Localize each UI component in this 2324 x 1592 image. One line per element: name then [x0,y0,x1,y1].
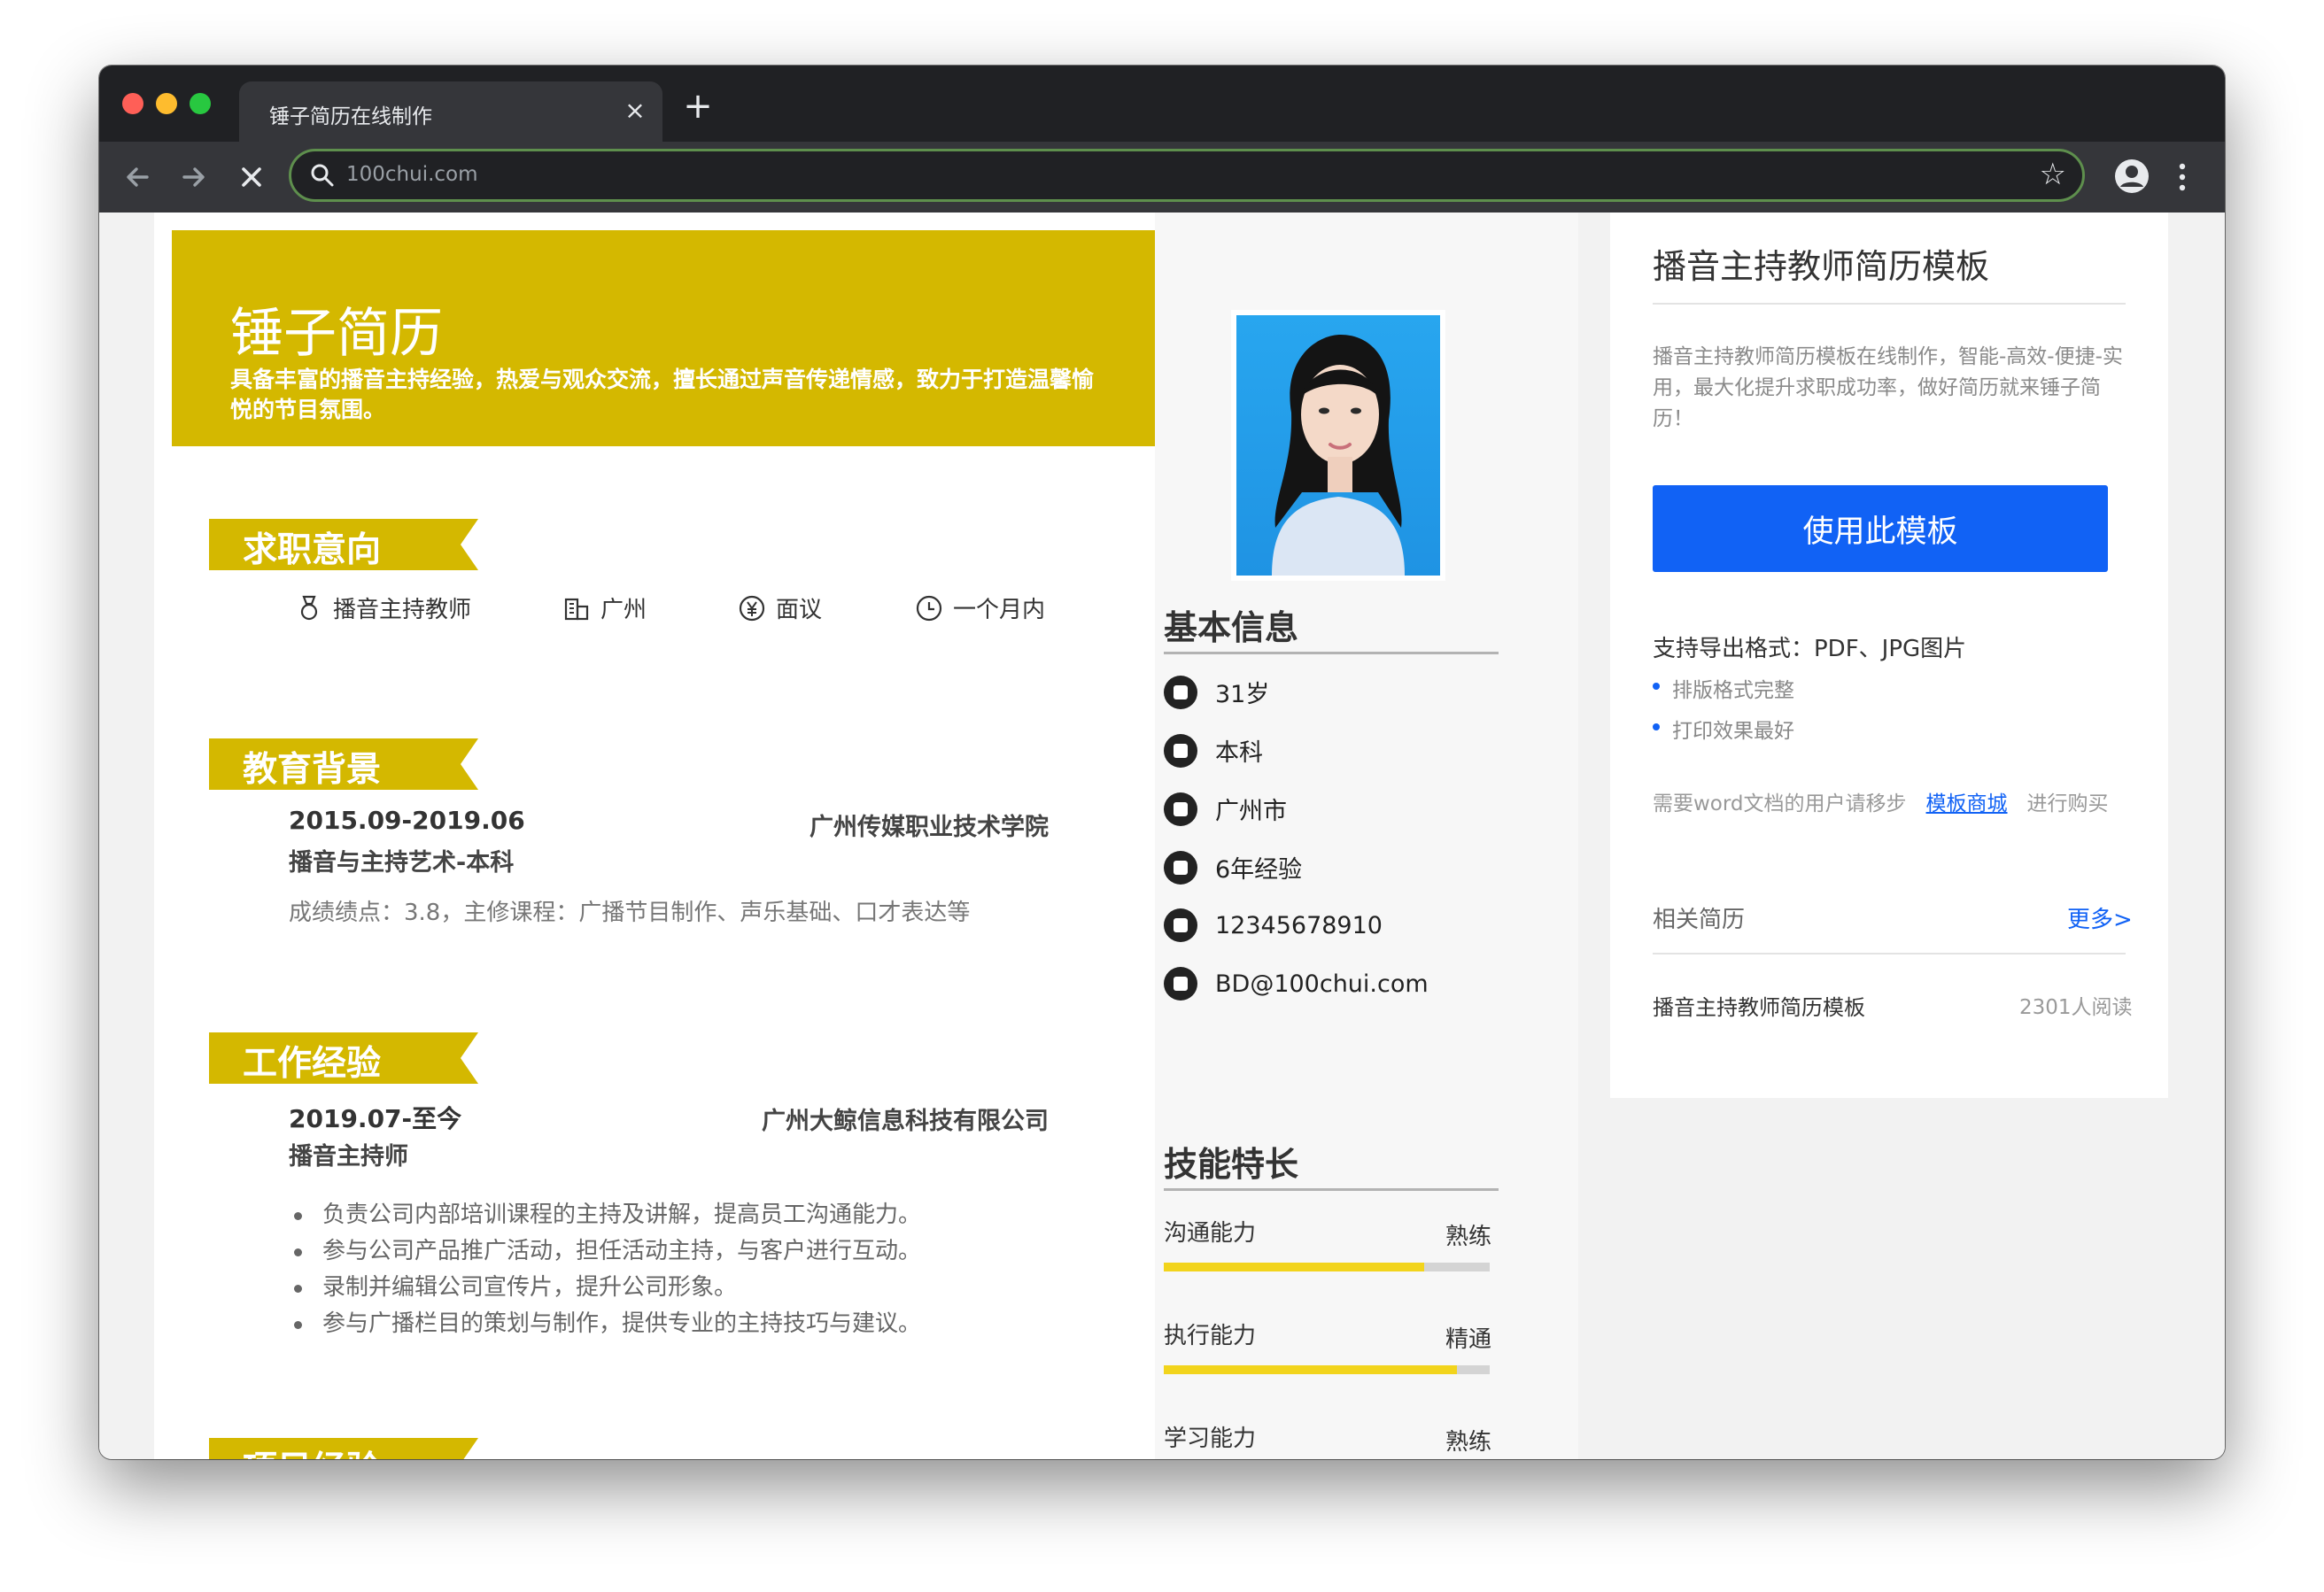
section-tag-project: 项目经验 [209,1438,478,1459]
template-title: 播音主持教师简历模板 [1653,247,1990,286]
work-company: 广州大鲸信息科技有限公司 [762,1108,1049,1135]
more-link[interactable]: 更多> [2067,901,2133,934]
address-bar[interactable]: 100chui.com ☆ [289,149,2085,202]
list-item: 负责公司内部培训课程的主持及讲解，提高员工沟通能力。 [289,1197,921,1233]
section-tag-intent: 求职意向 [209,519,478,570]
use-template-button[interactable]: 使用此模板 [1653,485,2108,572]
portrait-image [1272,335,1405,576]
maximize-window-button[interactable] [190,93,211,114]
graduation-icon [1164,733,1197,768]
education-major: 播音与主持艺术-本科 [289,849,515,877]
skill-name: 学习能力 [1164,1426,1257,1452]
stop-loading-icon[interactable] [230,156,273,198]
info-age: 31岁 [1164,675,1269,709]
divider [1653,303,2126,305]
list-item: 录制并编辑公司宣传片，提升公司形象。 [289,1270,921,1306]
intent-city: 广州 [563,591,647,624]
work-date: 2019.07-至今 [289,1104,462,1133]
divider [1164,1188,1499,1191]
section-tag-education: 教育背景 [209,738,478,790]
calendar-icon [1164,675,1197,709]
education-description: 成绩绩点：3.8，主修课程：广播节目制作、声乐基础、口才表达等 [289,900,971,926]
skill-level: 精通 [1445,1326,1492,1353]
search-icon [311,164,334,187]
word-note: 需要word文档的用户请移步 模板商城 进行购买 [1653,786,2109,816]
skill-bar-fill [1164,1263,1425,1271]
page-viewport: 锤子简历 具备丰富的播音主持经验，热爱与观众交流，擅长通过声音传递情感，致力于打… [99,213,2225,1459]
skill-name: 沟通能力 [1164,1220,1257,1247]
intent-position: 播音主持教师 [296,591,471,624]
phone-icon [1164,908,1197,942]
kebab-menu-icon[interactable] [2173,158,2191,197]
template-description: 播音主持教师简历模板在线制作，智能-高效-便捷-实用，最大化提升求职成功率，做好… [1653,345,2123,430]
intent-salary: 面议 [739,591,822,624]
resume-name: 锤子简历 [230,303,443,365]
education-date: 2015.09-2019.06 [289,806,525,835]
profile-avatar-icon[interactable] [2113,158,2150,195]
back-arrow-icon[interactable] [117,156,159,198]
skill-name: 执行能力 [1164,1323,1257,1349]
related-resume-link[interactable]: 播音主持教师简历模板 [1653,990,1865,1021]
bookmark-star-icon[interactable]: ☆ [2040,157,2066,192]
feature-item: 打印效果最好 [1653,714,1794,744]
info-degree: 本科 [1164,733,1263,768]
export-formats: 支持导出格式：PDF、JPG图片 [1653,636,1967,662]
profile-photo [1231,310,1445,581]
list-item: 参与广播栏目的策划与制作，提供专业的主持技巧与建议。 [289,1306,921,1342]
resume-preview: 锤子简历 具备丰富的播音主持经验，热爱与观众交流，擅长通过声音传递情感，致力于打… [154,213,1578,1459]
tab-close-icon[interactable]: × [620,96,650,126]
list-item: 参与公司产品推广活动，担任活动主持，与客户进行互动。 [289,1233,921,1270]
medal-icon [300,595,318,620]
info-email: BD@100chui.com [1164,967,1429,1001]
template-sidebar: 播音主持教师简历模板 播音主持教师简历模板在线制作，智能-高效-便捷-实用，最大… [1610,213,2168,1098]
skill-bar [1164,1365,1490,1374]
clock-icon [916,595,942,621]
info-location: 广州市 [1164,792,1287,826]
building-icon [564,598,589,620]
feature-item: 排版格式完整 [1653,673,1794,703]
forward-arrow-icon[interactable] [172,156,214,198]
skill-level: 熟练 [1445,1429,1492,1456]
briefcase-icon [1164,850,1197,885]
template-store-link[interactable]: 模板商城 [1926,786,2008,816]
skill-bar [1164,1263,1490,1271]
info-experience: 6年经验 [1164,850,1302,885]
location-icon [1164,792,1197,826]
work-bullets: 负责公司内部培训课程的主持及讲解，提高员工沟通能力。 参与公司产品推广活动，担任… [289,1197,921,1342]
browser-toolbar: 100chui.com ☆ [99,142,2225,213]
url-text: 100chui.com [346,163,478,186]
intent-arrival: 一个月内 [916,591,1045,624]
divider [1653,953,2126,954]
tab-title: 锤子简历在线制作 [269,105,432,128]
browser-window: 锤子简历在线制作 × + 100chui.com ☆ 锤子简历 具备丰富的播音主… [99,66,2225,1459]
read-count: 2301人阅读 [2019,996,2133,1019]
divider [1164,652,1499,654]
info-phone: 12345678910 [1164,908,1383,942]
browser-tab[interactable]: 锤子简历在线制作 × [239,81,662,142]
related-resumes-heading: 相关简历 [1653,907,1746,933]
close-window-button[interactable] [122,93,143,114]
education-school: 广州传媒职业技术学院 [810,814,1049,841]
section-tag-work: 工作经验 [209,1032,478,1084]
work-role: 播音主持师 [289,1143,408,1171]
basic-info-heading: 基本信息 [1164,608,1299,647]
skill-bar-fill [1164,1365,1458,1374]
yen-icon [739,595,765,621]
new-tab-button[interactable]: + [678,89,717,128]
skills-heading: 技能特长 [1164,1145,1299,1184]
minimize-window-button[interactable] [156,93,177,114]
skill-level: 熟练 [1445,1224,1492,1250]
resume-intro: 具备丰富的播音主持经验，热爱与观众交流，擅长通过声音传递情感，致力于打造温馨愉悦… [230,367,1095,422]
mail-icon [1164,967,1197,1001]
title-bar: 锤子简历在线制作 × + [99,66,2225,142]
